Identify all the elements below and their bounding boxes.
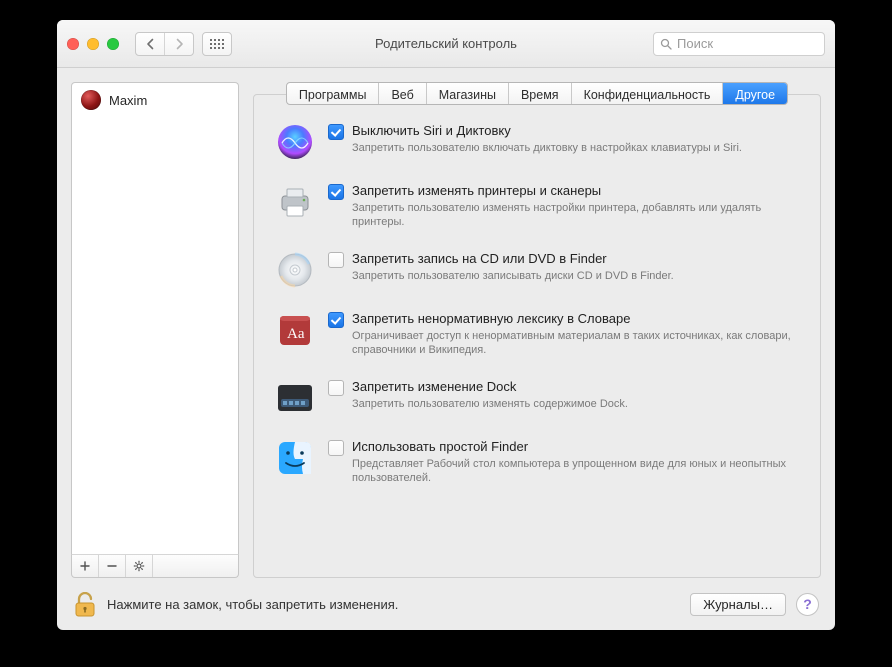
window-controls: [67, 38, 119, 50]
setting-desc: Запретить пользователю включать диктовку…: [352, 141, 798, 155]
checkbox-dictionary[interactable]: [328, 312, 344, 328]
action-menu-button[interactable]: [126, 555, 153, 577]
logs-button[interactable]: Журналы…: [690, 593, 786, 616]
back-button[interactable]: [136, 33, 164, 55]
printer-icon: [276, 183, 314, 221]
dock-icon: [276, 379, 314, 417]
user-row[interactable]: Maxim: [72, 83, 238, 117]
add-user-button[interactable]: [72, 555, 99, 577]
setting-desc: Запретить пользователю изменять содержим…: [352, 397, 798, 411]
lock-hint-text: Нажмите на замок, чтобы запретить измене…: [107, 597, 398, 612]
checkbox-siri[interactable]: [328, 124, 344, 140]
tab-time[interactable]: Время: [509, 83, 572, 104]
sidebar-toolbar: [71, 554, 239, 578]
search-field[interactable]: Поиск: [653, 32, 825, 56]
sidebar: Maxim: [71, 82, 239, 578]
setting-label: Запретить ненормативную лексику в Словар…: [352, 311, 798, 327]
checkbox-simple-finder[interactable]: [328, 440, 344, 456]
minus-icon: [107, 561, 117, 571]
setting-label: Запретить изменять принтеры и сканеры: [352, 183, 798, 199]
disc-icon: [276, 251, 314, 289]
setting-dock: Запретить изменение Dock Запретить польз…: [276, 379, 798, 417]
setting-label: Выключить Siri и Диктовку: [352, 123, 798, 139]
setting-desc: Запретить пользователю изменять настройк…: [352, 201, 798, 229]
tab-stores[interactable]: Магазины: [427, 83, 509, 104]
tab-apps[interactable]: Программы: [287, 83, 380, 104]
lock-open-icon: [74, 592, 96, 618]
tab-other[interactable]: Другое: [723, 83, 787, 104]
dictionary-icon: Aa: [276, 311, 314, 349]
footer: Нажмите на замок, чтобы запретить измене…: [57, 578, 835, 630]
gear-icon: [133, 560, 145, 572]
preferences-window: Родительский контроль Поиск Maxim: [57, 20, 835, 630]
settings-list: Выключить Siri и Диктовку Запретить поль…: [254, 95, 820, 495]
setting-printers: Запретить изменять принтеры и сканеры За…: [276, 183, 798, 229]
tab-web[interactable]: Веб: [379, 83, 426, 104]
settings-panel: Выключить Siri и Диктовку Запретить поль…: [253, 94, 821, 578]
search-icon: [660, 38, 672, 50]
main-area: Maxim: [57, 68, 835, 578]
setting-label: Запретить изменение Dock: [352, 379, 798, 395]
finder-icon: [276, 439, 314, 477]
svg-text:Aa: Aa: [287, 326, 305, 342]
checkbox-printers[interactable]: [328, 184, 344, 200]
remove-user-button[interactable]: [99, 555, 126, 577]
help-button[interactable]: ?: [796, 593, 819, 616]
avatar: [81, 90, 101, 110]
tab-bar: Программы Веб Магазины Время Конфиденциа…: [286, 82, 788, 105]
nav-back-forward: [135, 32, 194, 56]
setting-desc: Ограничивает доступ к ненормативным мате…: [352, 329, 798, 357]
close-window-button[interactable]: [67, 38, 79, 50]
tab-privacy[interactable]: Конфиденциальность: [572, 83, 724, 104]
setting-label: Использовать простой Finder: [352, 439, 798, 455]
content-area: Программы Веб Магазины Время Конфиденциа…: [253, 82, 821, 578]
setting-dictionary: Aa Запретить ненормативную лексику в Сло…: [276, 311, 798, 357]
setting-desc: Запретить пользователю записывать диски …: [352, 269, 798, 283]
forward-button[interactable]: [164, 33, 193, 55]
setting-label: Запретить запись на CD или DVD в Finder: [352, 251, 798, 267]
show-all-button[interactable]: [202, 32, 232, 56]
checkbox-disc-burning[interactable]: [328, 252, 344, 268]
user-name: Maxim: [109, 93, 147, 108]
plus-icon: [80, 561, 90, 571]
setting-disc-burning: Запретить запись на CD или DVD в Finder …: [276, 251, 798, 289]
setting-desc: Представляет Рабочий стол компьютера в у…: [352, 457, 798, 485]
lock-button[interactable]: [73, 590, 97, 618]
setting-simple-finder: Использовать простой Finder Представляет…: [276, 439, 798, 485]
window-body: Maxim: [57, 68, 835, 630]
siri-icon: [276, 123, 314, 161]
checkbox-dock[interactable]: [328, 380, 344, 396]
minimize-window-button[interactable]: [87, 38, 99, 50]
user-list[interactable]: Maxim: [71, 82, 239, 554]
setting-siri: Выключить Siri и Диктовку Запретить поль…: [276, 123, 798, 161]
zoom-window-button[interactable]: [107, 38, 119, 50]
titlebar: Родительский контроль Поиск: [57, 20, 835, 68]
search-placeholder: Поиск: [677, 36, 713, 51]
